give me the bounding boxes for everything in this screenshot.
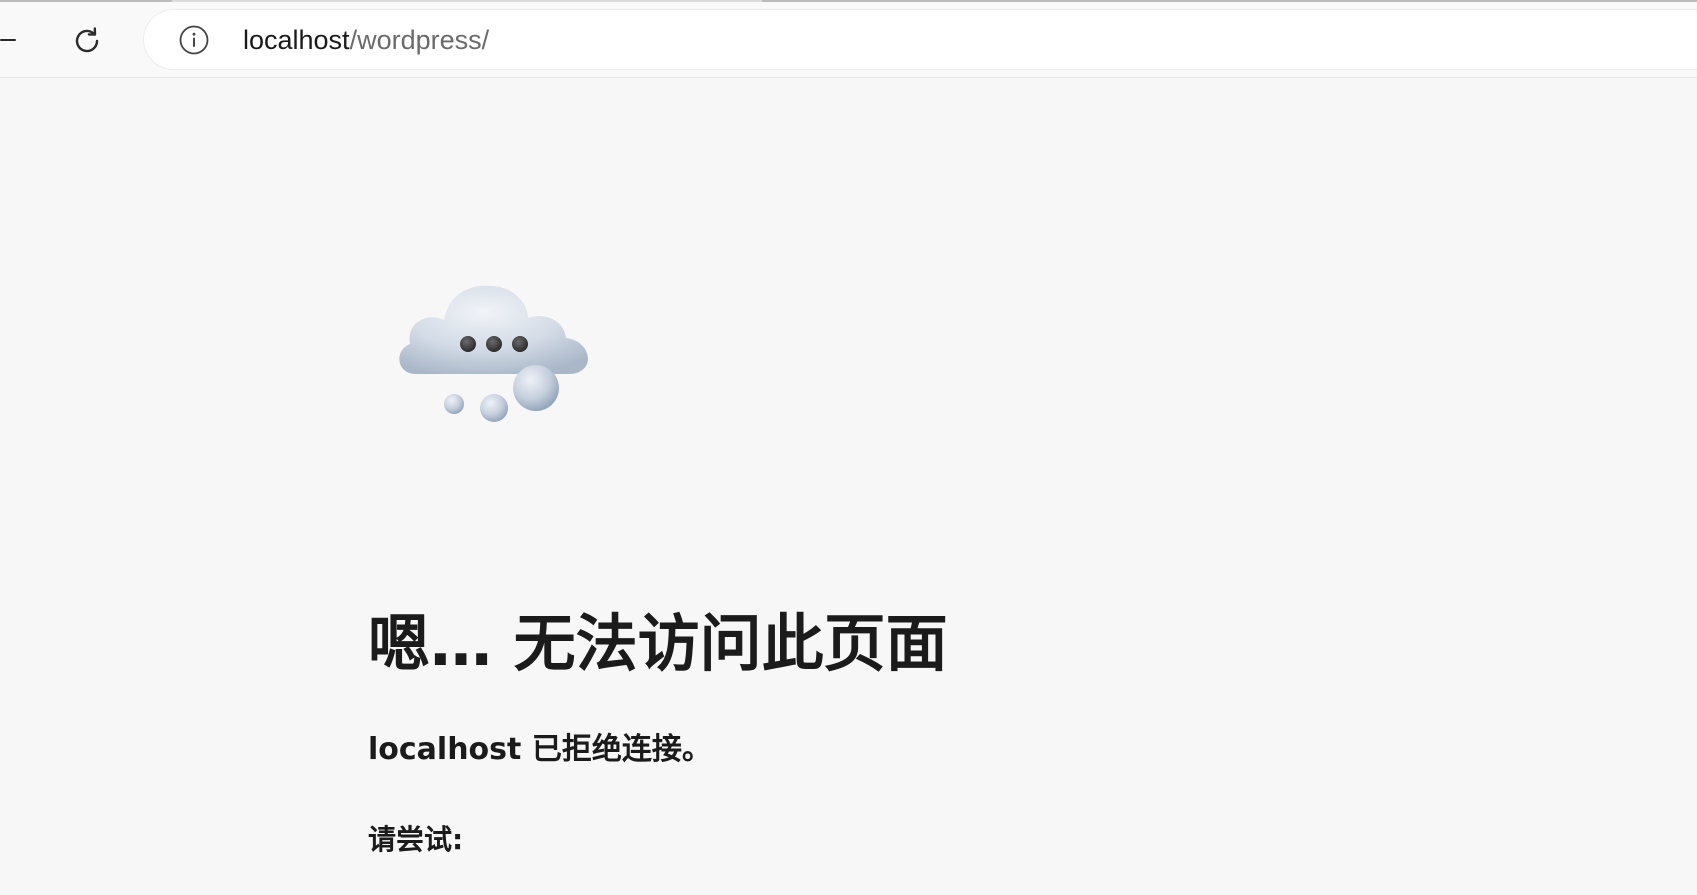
- browser-toolbar: localhost/wordpress/: [0, 0, 1697, 78]
- suggestions-heading: 请尝试:: [368, 823, 464, 856]
- back-button[interactable]: [0, 22, 30, 58]
- reload-button[interactable]: [66, 20, 108, 62]
- info-circle-icon: [179, 25, 209, 55]
- back-arrow-icon: [0, 39, 16, 41]
- url-host: localhost: [243, 25, 350, 55]
- tab-strip-edge: [0, 0, 1697, 2]
- url-text[interactable]: localhost/wordpress/: [243, 23, 489, 57]
- url-path: /wordpress/: [349, 25, 490, 55]
- thinking-cloud-icon: [399, 285, 588, 422]
- address-bar[interactable]: localhost/wordpress/: [144, 10, 1697, 69]
- error-page: [0, 78, 1697, 895]
- error-subtitle: localhost 已拒绝连接。: [368, 732, 712, 767]
- site-info-button[interactable]: [178, 24, 210, 56]
- error-title: 嗯… 无法访问此页面: [368, 607, 948, 680]
- reload-icon: [75, 27, 99, 53]
